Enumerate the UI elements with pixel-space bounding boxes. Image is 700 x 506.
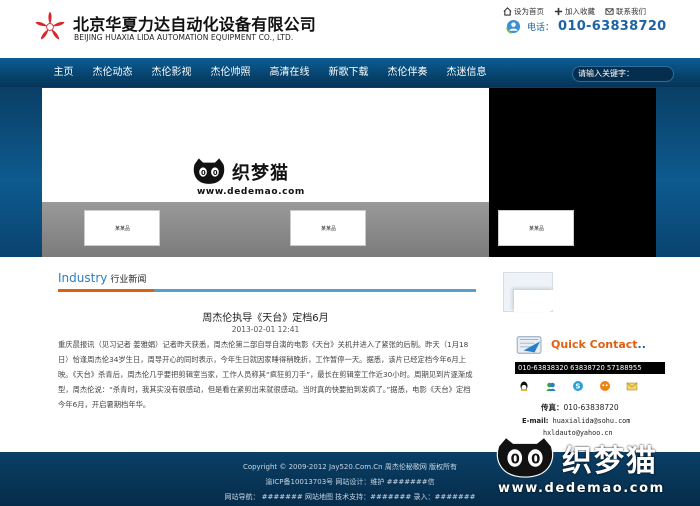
svg-text:0: 0 (531, 453, 540, 468)
nav-item-films[interactable]: 杰伦影视 (142, 58, 201, 87)
article-body: 重庆晨报讯（见习记者 姜雅娟）记者昨天获悉，周杰伦第二部自导自演的电影《天台》关… (58, 340, 473, 409)
note-paper-fold (514, 290, 554, 312)
thumbnail-2[interactable]: 某某品 (290, 210, 366, 246)
svg-text:S: S (575, 383, 580, 391)
nav-items: 主页 杰伦动态 杰伦影视 杰伦帅照 高清在线 新歌下载 杰伦伴奏 杰迷信息 (44, 58, 496, 87)
svg-text:0: 0 (201, 169, 206, 177)
quick-contact-label: Quick Contact (551, 338, 638, 351)
msn-icon[interactable] (545, 380, 557, 392)
email-icon[interactable] (626, 380, 638, 392)
home-icon (503, 7, 512, 16)
nav-item-news[interactable]: 杰伦动态 (83, 58, 142, 87)
fax-label: 传真： (541, 403, 564, 412)
thumbnail-caption: 某某品 (529, 226, 545, 232)
section-title-cn: 行业新闻 (110, 275, 147, 285)
banner-watermark: 0 0 织梦猫 (192, 157, 289, 187)
phone-person-icon (506, 19, 521, 34)
contact-icons: S (518, 380, 638, 392)
email-label: E-mail: (522, 417, 549, 425)
thumbnail-1[interactable]: 某某品 (84, 210, 160, 246)
quick-contact-icon (516, 336, 542, 354)
thumbnail-3[interactable]: 某某品 (498, 210, 574, 246)
section-divider (58, 289, 476, 292)
plus-icon (554, 7, 563, 16)
main-content: Industry 行业新闻 周杰伦执导《天台》定档6月 2013-02-01 12… (42, 257, 489, 452)
watermark-url: www.dedemao.com (197, 187, 305, 197)
company-logo-icon[interactable] (33, 10, 67, 44)
quick-contact-title: Quick Contact.. (551, 338, 646, 351)
quick-contact-dots: .. (637, 338, 646, 351)
section-title-en: Industry (58, 271, 108, 285)
watermark-text: 织梦猫 (562, 444, 658, 479)
contact-us-link[interactable]: 联系我们 (605, 6, 646, 17)
page: 北京华夏力达自动化设备有限公司 BEIJING HUAXIA LIDA AUTO… (0, 0, 700, 506)
nav-item-accompaniment[interactable]: 杰伦伴奏 (378, 58, 437, 87)
footer-watermark: 0 0 织梦猫 (494, 436, 658, 480)
svg-text:0: 0 (213, 169, 218, 177)
company-name-cn: 北京华夏力达自动化设备有限公司 (73, 15, 317, 34)
nav-item-fan-info[interactable]: 杰迷信息 (437, 58, 496, 87)
search-input[interactable]: 请输入关键字： (572, 66, 674, 82)
skype-icon[interactable]: S (572, 380, 584, 392)
svg-text:0: 0 (511, 453, 520, 468)
watermark-url: www.dedemao.com (498, 481, 665, 496)
nav-item-home[interactable]: 主页 (44, 58, 83, 87)
mail-icon (605, 8, 614, 15)
nav-item-photos[interactable]: 杰伦帅照 (201, 58, 260, 87)
phone-block: 电话： 010-63838720 (506, 19, 667, 34)
thumbnail-caption: 某某品 (321, 226, 337, 232)
phone-label: 电话： (527, 23, 555, 33)
section-divider-accent (58, 289, 154, 292)
nav-item-downloads[interactable]: 新歌下载 (319, 58, 378, 87)
set-homepage-label: 设为首页 (514, 7, 544, 16)
company-name-en: BEIJING HUAXIA LIDA AUTOMATION EQUIPMENT… (74, 33, 294, 42)
wangwang-icon[interactable] (599, 380, 611, 392)
phone-number: 010-63838720 (558, 19, 667, 34)
top-links: 设为首页 加入收藏 联系我们 (503, 6, 646, 17)
set-homepage-link[interactable]: 设为首页 (503, 6, 544, 17)
section-title: Industry 行业新闻 (58, 271, 146, 285)
thumbnail-caption: 某某品 (115, 226, 131, 232)
contact-us-label: 联系我们 (616, 7, 646, 16)
email-line: E-mail: huaxialida@sohu.com (522, 417, 630, 425)
add-favorite-label: 加入收藏 (565, 7, 595, 16)
article-title: 周杰伦执导《天台》定档6月 (202, 313, 329, 324)
nav-item-hd-online[interactable]: 高清在线 (260, 58, 319, 87)
header: 北京华夏力达自动化设备有限公司 BEIJING HUAXIA LIDA AUTO… (0, 0, 700, 58)
contact-phones: 010-63838320 63838720 57188955 (515, 362, 665, 374)
article-date: 2013-02-01 12:41 (231, 325, 300, 334)
fax-line: 传真：010-63838720 (541, 402, 619, 413)
cat-logo-icon: 0 0 (193, 158, 225, 184)
email-address-1[interactable]: huaxialida@sohu.com (553, 417, 631, 425)
qq-icon[interactable] (518, 380, 530, 392)
add-favorite-link[interactable]: 加入收藏 (554, 6, 595, 17)
cat-logo-icon: 0 0 (496, 436, 554, 478)
fax-number: 010-63838720 (563, 403, 619, 412)
watermark-text: 织梦猫 (232, 163, 289, 184)
